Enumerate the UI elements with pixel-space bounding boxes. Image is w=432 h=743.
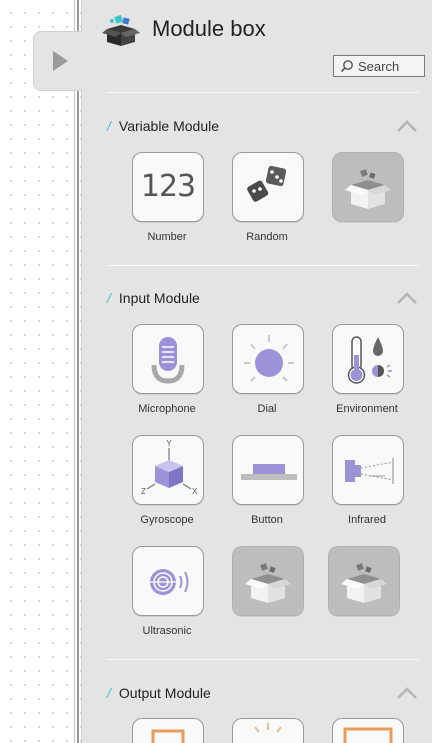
search-button[interactable]: Search xyxy=(333,55,425,77)
gyroscope-icon: Y Z X xyxy=(141,439,198,496)
section-title-variable: / Variable Module xyxy=(107,118,220,134)
dial-icon xyxy=(244,335,294,382)
section-accent-icon: / xyxy=(107,118,111,134)
module-microphone[interactable] xyxy=(132,324,204,394)
empty-box-icon xyxy=(341,563,387,603)
canvas-divider xyxy=(77,0,79,743)
section-divider xyxy=(107,659,419,660)
module-output-partial[interactable] xyxy=(332,718,404,743)
module-random[interactable] xyxy=(232,152,304,222)
module-output-partial[interactable] xyxy=(232,718,304,743)
button-icon xyxy=(241,464,297,480)
module-label: Button xyxy=(251,514,283,526)
module-label: Dial xyxy=(257,403,277,415)
module-label: Ultrasonic xyxy=(142,625,192,637)
play-arrow-icon xyxy=(52,51,68,71)
module-label: Number xyxy=(147,231,187,243)
module-empty[interactable] xyxy=(328,546,400,616)
search-label: Search xyxy=(358,58,400,74)
microphone-icon xyxy=(151,337,185,384)
ultrasonic-icon xyxy=(150,569,189,595)
search-icon xyxy=(340,60,353,73)
module-label: Environment xyxy=(336,403,398,415)
module-dial[interactable] xyxy=(232,324,304,394)
module-box-icon xyxy=(102,14,140,46)
module-label: Random xyxy=(246,231,288,243)
chevron-up-icon[interactable] xyxy=(396,119,418,133)
led-icon xyxy=(254,723,282,733)
module-empty[interactable] xyxy=(332,152,404,222)
module-label: Gyroscope xyxy=(140,514,194,526)
section-accent-icon: / xyxy=(107,685,111,701)
svg-text:Z: Z xyxy=(141,487,146,496)
thermometer-icon xyxy=(347,336,392,384)
canvas-edge xyxy=(74,0,75,743)
dice-icon xyxy=(247,165,287,202)
panel-toggle-button[interactable] xyxy=(33,31,82,91)
module-gyroscope[interactable]: Y Z X xyxy=(132,435,204,505)
section-title-input: / Input Module xyxy=(107,290,200,306)
section-accent-icon: / xyxy=(107,290,111,306)
module-empty[interactable] xyxy=(232,546,304,616)
svg-text:X: X xyxy=(192,487,198,496)
module-environment[interactable] xyxy=(332,324,404,394)
module-label: Microphone xyxy=(138,403,196,415)
infrared-icon xyxy=(345,458,394,484)
number-icon: 123 xyxy=(140,169,196,204)
module-output-partial[interactable] xyxy=(132,718,204,743)
section-divider xyxy=(107,265,419,266)
empty-box-icon xyxy=(245,563,291,603)
empty-box-icon xyxy=(345,169,391,209)
module-infrared[interactable] xyxy=(332,435,404,505)
module-button[interactable] xyxy=(232,435,304,505)
module-number[interactable]: 123 xyxy=(132,152,204,222)
svg-text:Y: Y xyxy=(166,439,172,448)
panel-title: Module box xyxy=(152,16,266,41)
chevron-up-icon[interactable] xyxy=(396,291,418,305)
display-icon xyxy=(151,729,185,743)
module-label: Infrared xyxy=(348,514,386,526)
screen-icon xyxy=(343,727,393,743)
section-title-output: / Output Module xyxy=(107,685,211,701)
module-ultrasonic[interactable] xyxy=(132,546,204,616)
section-divider xyxy=(107,92,419,93)
chevron-up-icon[interactable] xyxy=(396,686,418,700)
